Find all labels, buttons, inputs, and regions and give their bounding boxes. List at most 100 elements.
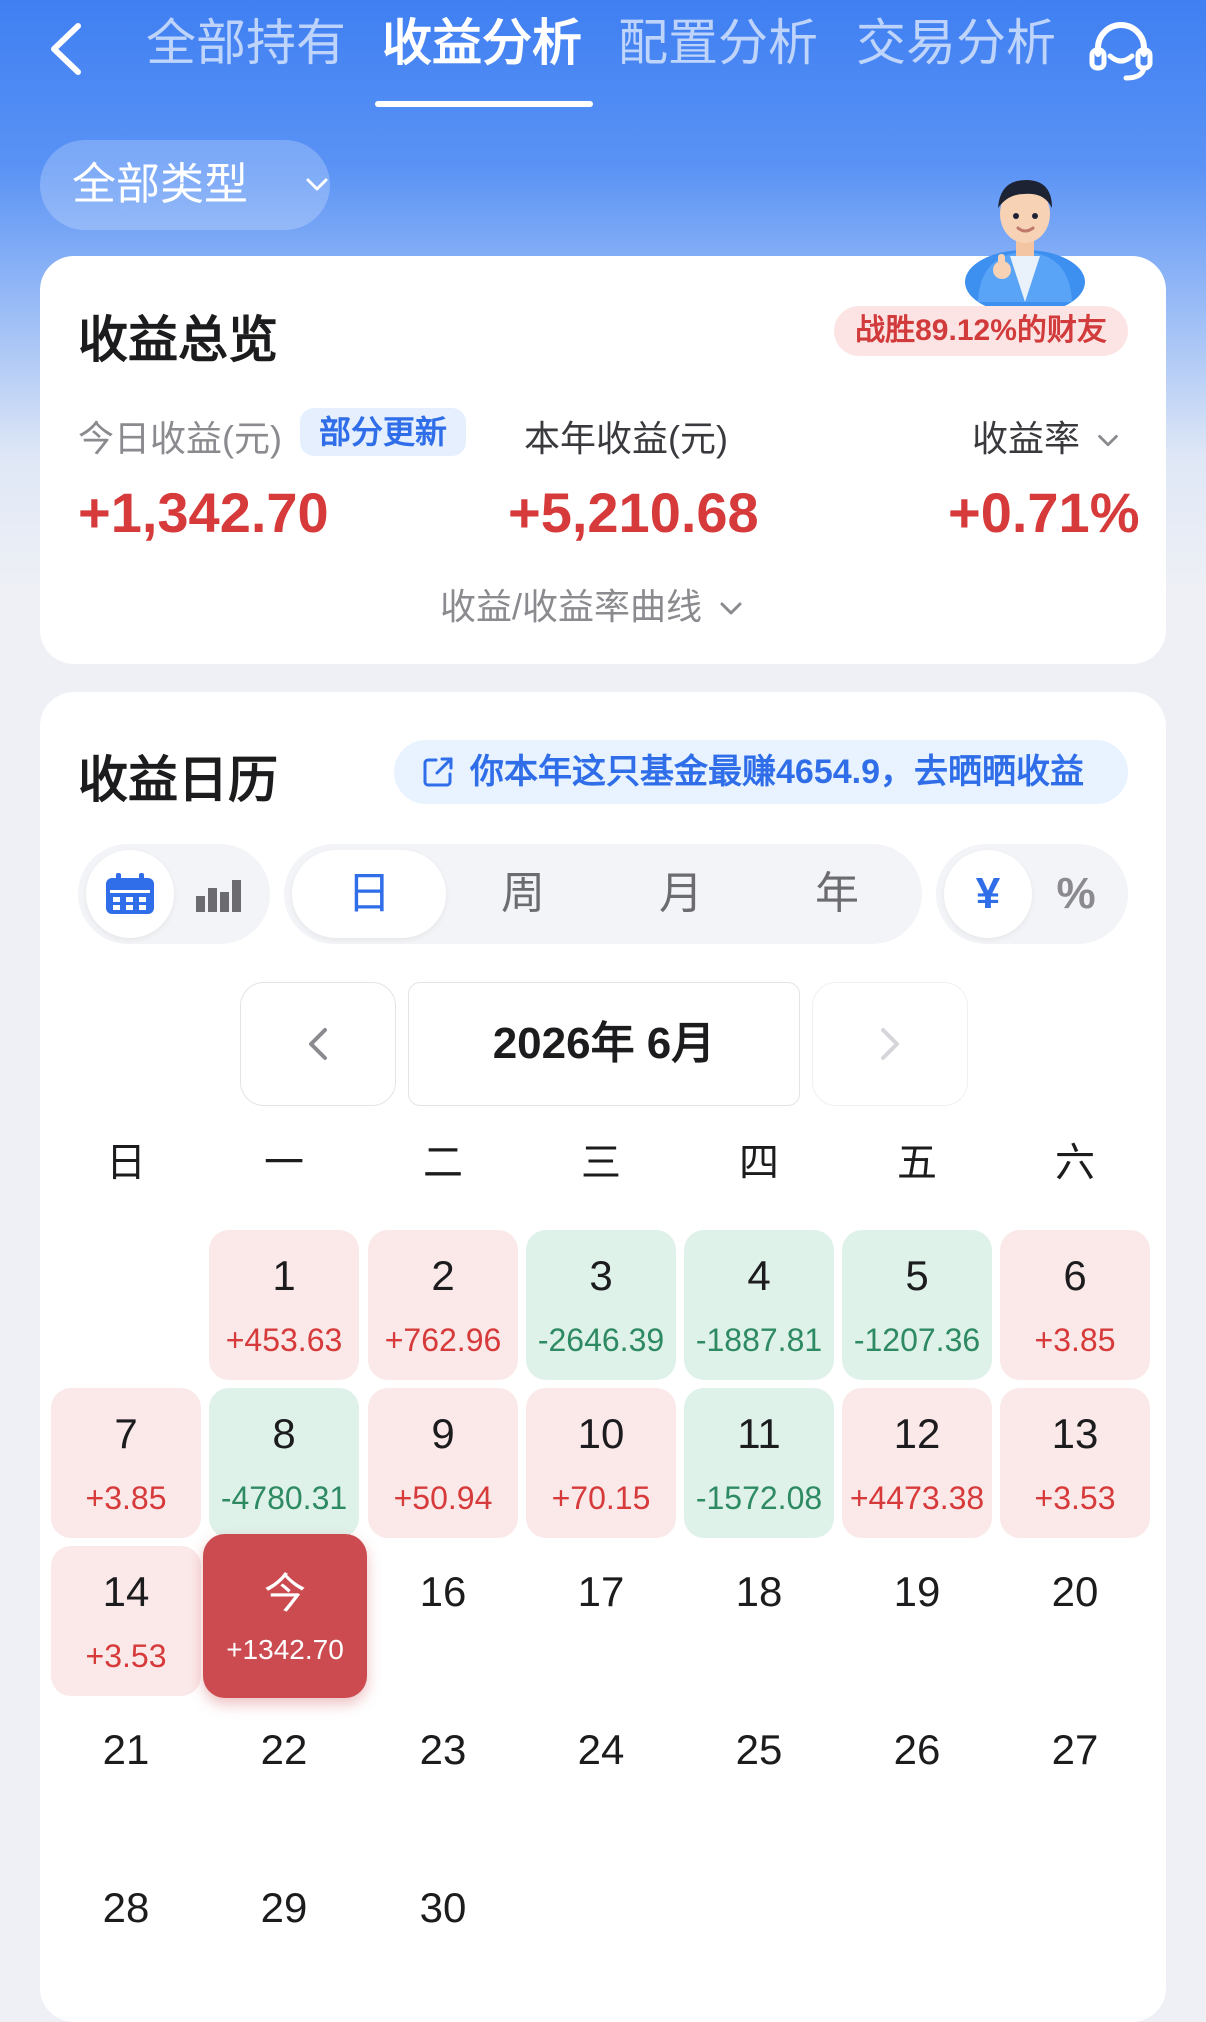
day-number: 3 [589, 1252, 613, 1299]
period-week[interactable]: 周 [446, 844, 600, 944]
day-number: 5 [905, 1252, 929, 1299]
calendar-day[interactable]: 8 -4780.31 [209, 1388, 359, 1538]
day-number: 19 [893, 1568, 941, 1615]
calendar-day-today[interactable]: 今 +1342.70 [203, 1534, 367, 1698]
calendar-day[interactable]: 23 [368, 1704, 518, 1854]
tab-all-holdings[interactable]: 全部持有 [146, 8, 346, 78]
day-number: 2 [431, 1252, 455, 1299]
income-overview-title: 收益总览 [78, 312, 278, 368]
chevron-left-icon [309, 1028, 327, 1060]
day-number: 16 [419, 1568, 467, 1615]
day-income-value: -1887.81 [695, 1322, 823, 1358]
calendar-day[interactable]: 12 +4473.38 [842, 1388, 992, 1538]
period-month[interactable]: 月 [604, 844, 758, 944]
share-promo-banner[interactable]: 你本年这只基金最赚4654.9，去晒晒收益 [394, 740, 1128, 804]
day-number: 11 [737, 1410, 781, 1457]
tab-trade-analysis[interactable]: 交易分析 [856, 8, 1056, 78]
calendar-day[interactable]: 20 [1000, 1546, 1150, 1696]
day-number: 27 [1051, 1726, 1099, 1773]
active-tab-indicator [375, 101, 593, 107]
day-number: 17 [577, 1568, 625, 1615]
calendar-day[interactable]: 1 +453.63 [209, 1230, 359, 1380]
calendar-day[interactable]: 28 [51, 1862, 201, 2012]
day-number: 1 [272, 1252, 296, 1299]
top-nav-bar: 全部持有 收益分析 配置分析 交易分析 [0, 0, 1206, 110]
beat-percentile-badge: 战胜89.12%的财友 [834, 306, 1128, 356]
calendar-day[interactable]: 6 +3.85 [1000, 1230, 1150, 1380]
period-day[interactable]: 日 [292, 844, 446, 944]
day-number: 10 [577, 1410, 625, 1457]
day-income-value: -2646.39 [537, 1322, 665, 1358]
calendar-day[interactable]: 24 [526, 1704, 676, 1854]
tab-income-analysis[interactable]: 收益分析 [382, 8, 582, 78]
unit-percent[interactable]: % [1032, 844, 1120, 944]
calendar-view-icon[interactable] [104, 872, 156, 916]
day-income-value: +4473.38 [849, 1480, 985, 1516]
day-number: 6 [1063, 1252, 1087, 1299]
income-curve-toggle[interactable]: 收益/收益率曲线 [440, 578, 746, 630]
weekday-label: 日 [106, 1141, 146, 1185]
day-number: 24 [577, 1726, 625, 1773]
prev-month-button[interactable] [240, 982, 396, 1106]
weekday-label: 六 [1055, 1141, 1095, 1185]
tab-allocation-analysis[interactable]: 配置分析 [618, 8, 818, 78]
day-income-value: -1572.08 [695, 1480, 823, 1516]
calendar-day[interactable]: 4 -1887.81 [684, 1230, 834, 1380]
chevron-right-icon [881, 1028, 899, 1060]
chevron-left-icon[interactable] [42, 14, 92, 84]
year-income-label: 本年收益(元) [524, 418, 728, 459]
day-income-value: +3.85 [1034, 1322, 1116, 1358]
yield-rate-selector[interactable]: 收益率 [972, 410, 1122, 462]
type-filter-label: 全部类型 [72, 160, 248, 209]
today-income-label: 今日收益(元) [78, 418, 282, 459]
next-month-button[interactable] [812, 982, 968, 1106]
day-number: 21 [102, 1726, 150, 1773]
chevron-down-icon [720, 602, 742, 615]
calendar-day[interactable]: 18 [684, 1546, 834, 1696]
calendar-day[interactable]: 13 +3.53 [1000, 1388, 1150, 1538]
type-filter-dropdown[interactable]: 全部类型 [40, 140, 330, 230]
day-income-value: +3.85 [85, 1480, 167, 1516]
bar-chart-view-icon[interactable] [194, 874, 244, 914]
day-number: 12 [893, 1410, 941, 1457]
day-number: 20 [1051, 1568, 1099, 1615]
period-year[interactable]: 年 [760, 844, 914, 944]
calendar-day[interactable]: 25 [684, 1704, 834, 1854]
calendar-day[interactable]: 9 +50.94 [368, 1388, 518, 1538]
calendar-day[interactable]: 11 -1572.08 [684, 1388, 834, 1538]
calendar-day[interactable]: 17 [526, 1546, 676, 1696]
calendar-day[interactable]: 19 [842, 1546, 992, 1696]
calendar-day[interactable]: 22 [209, 1704, 359, 1854]
day-number: 25 [735, 1726, 783, 1773]
day-income-value: +762.96 [384, 1322, 502, 1358]
day-number: 18 [735, 1568, 783, 1615]
day-income-value: +70.15 [551, 1480, 651, 1516]
calendar-day[interactable]: 29 [209, 1862, 359, 2012]
partial-update-badge: 部分更新 [300, 408, 466, 456]
calendar-day[interactable]: 3 -2646.39 [526, 1230, 676, 1380]
calendar-day[interactable]: 30 [368, 1862, 518, 2012]
day-number: 23 [419, 1726, 467, 1773]
day-income-value: -1207.36 [853, 1322, 981, 1358]
calendar-day[interactable]: 26 [842, 1704, 992, 1854]
share-promo-text: 你本年这只基金最赚4654.9，去晒晒收益 [470, 753, 1084, 791]
weekday-label: 二 [423, 1141, 463, 1185]
calendar-day[interactable]: 10 +70.15 [526, 1388, 676, 1538]
calendar-day[interactable]: 16 [368, 1546, 518, 1696]
unit-amount[interactable]: ¥ [944, 844, 1032, 944]
day-income-value: +3.53 [1034, 1480, 1116, 1516]
day-income-value: +1342.70 [226, 1634, 344, 1665]
yield-rate-value: +0.71% [948, 481, 1140, 544]
current-month-label[interactable]: 2026年 6月 [408, 982, 800, 1106]
calendar-day[interactable]: 2 +762.96 [368, 1230, 518, 1380]
calendar-day[interactable]: 27 [1000, 1704, 1150, 1854]
weekday-label: 三 [581, 1141, 621, 1185]
day-number: 7 [114, 1410, 138, 1457]
calendar-day[interactable]: 21 [51, 1704, 201, 1854]
weekday-label: 四 [739, 1141, 779, 1185]
customer-service-icon[interactable] [1086, 16, 1156, 86]
calendar-day[interactable]: 5 -1207.36 [842, 1230, 992, 1380]
day-number: 4 [747, 1252, 771, 1299]
calendar-day[interactable]: 7 +3.85 [51, 1388, 201, 1538]
calendar-day[interactable]: 14 +3.53 [51, 1546, 201, 1696]
